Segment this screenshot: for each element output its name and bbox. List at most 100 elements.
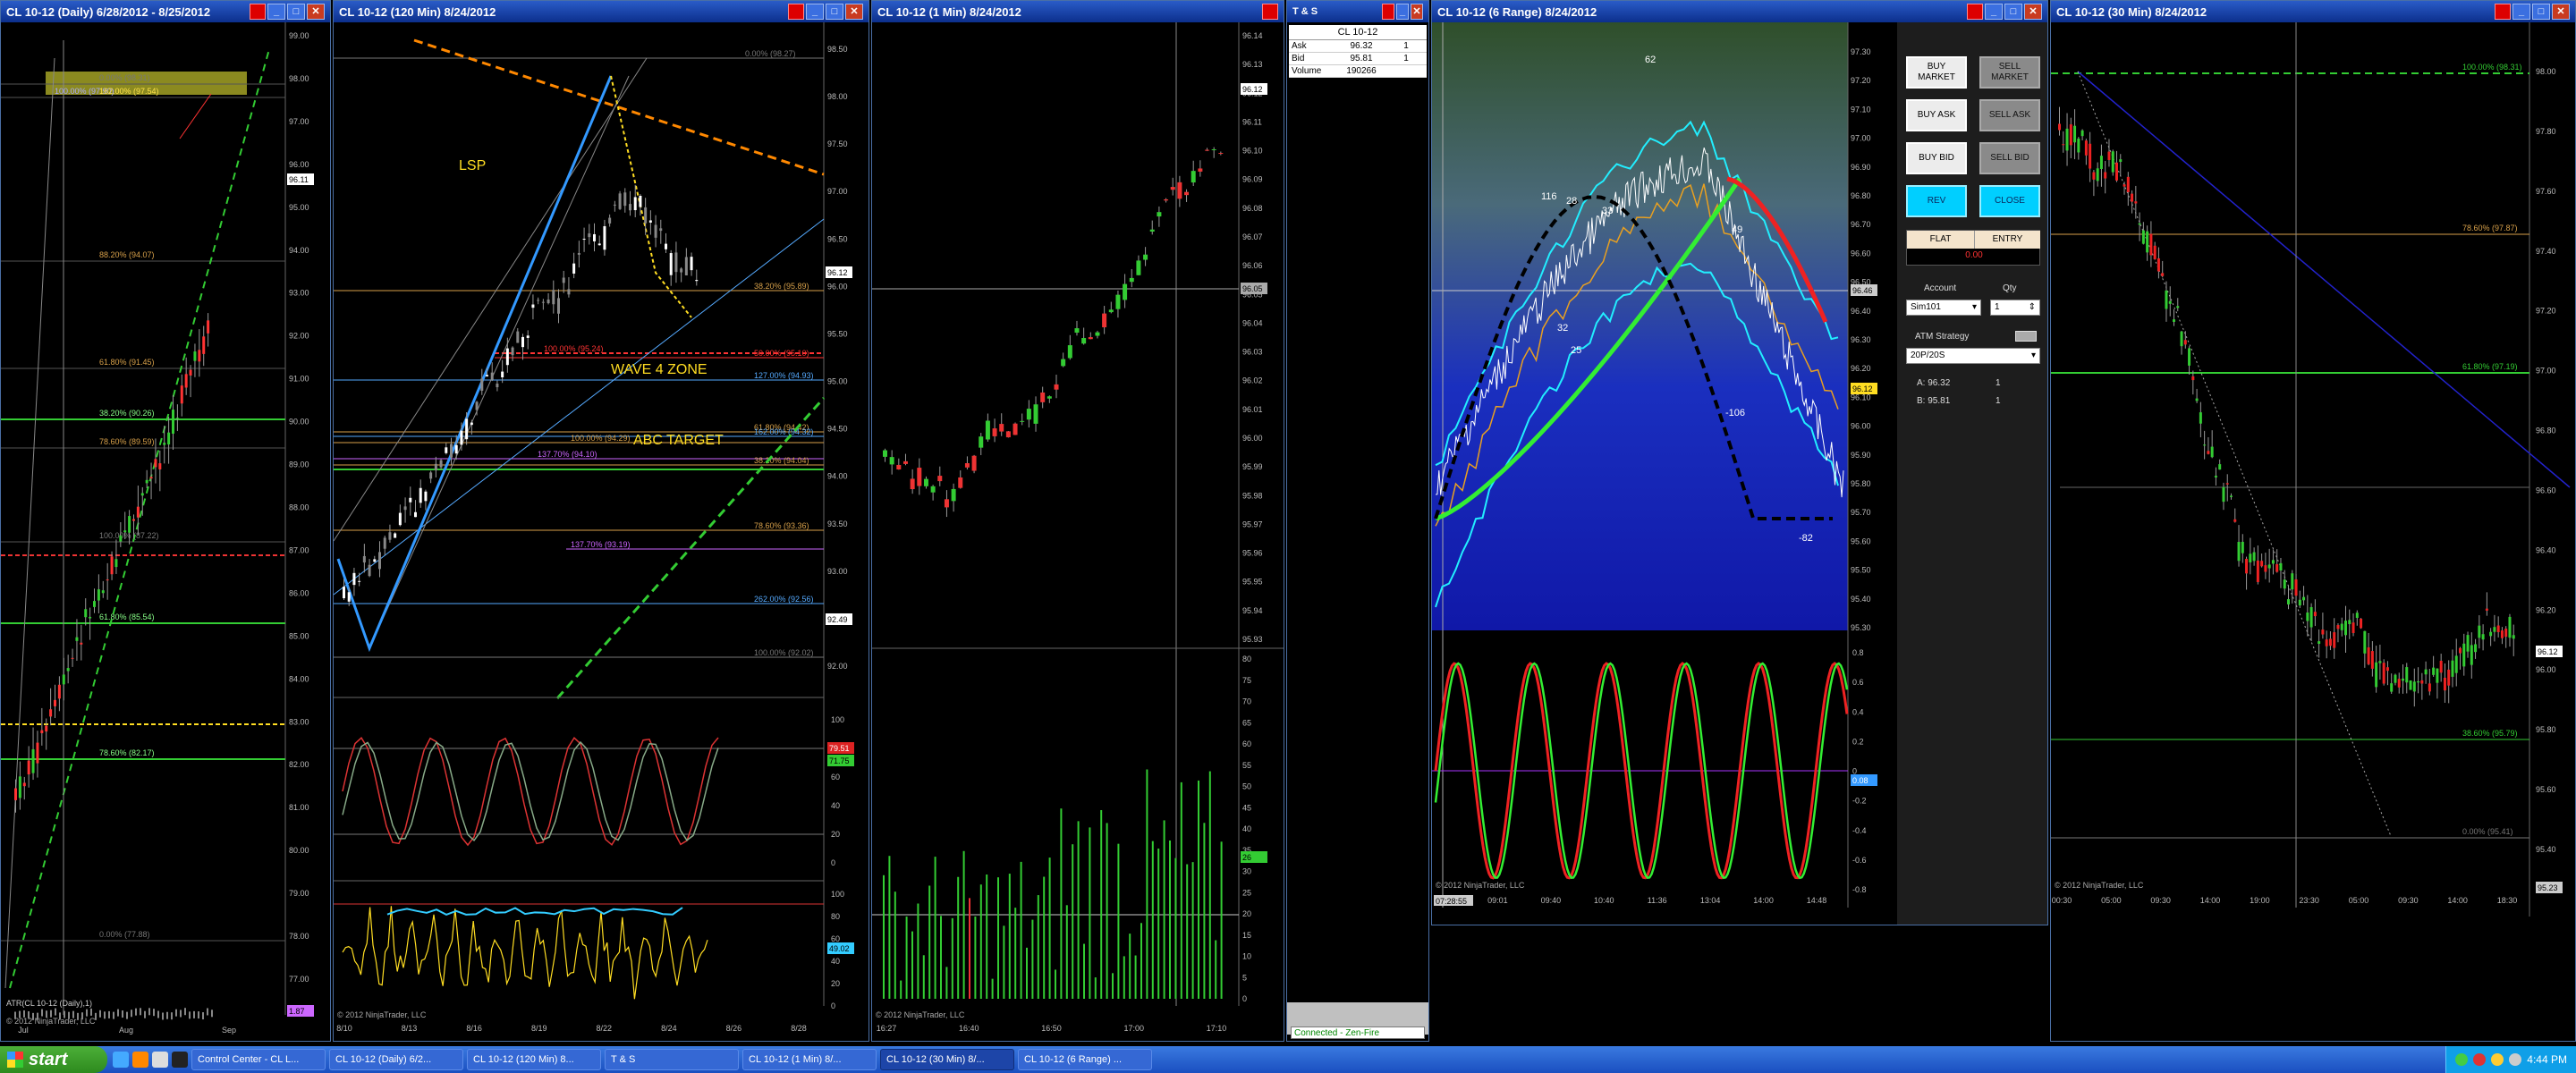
taskbar-task-button[interactable]: Control Center - CL L...: [191, 1049, 326, 1070]
chart-1min-canvas[interactable]: 96.14 96.13 96.12 96.11 96.10 96.09 96.08 96.07…: [872, 22, 1284, 1042]
qty-stepper[interactable]: 1 ⇕: [1990, 300, 2040, 316]
candle: [439, 460, 443, 468]
minimize-button[interactable]: _: [2512, 4, 2530, 20]
record-icon[interactable]: [1262, 4, 1278, 20]
candle: [2496, 625, 2500, 632]
title-bar[interactable]: CL 10-12 (Daily) 6/28/2012 - 8/25/2012 _ □…: [1, 1, 330, 22]
tns-row-label: Ask: [1292, 41, 1307, 51]
title-bar[interactable]: T & S _ ✕: [1287, 1, 1428, 22]
chart-30min-canvas[interactable]: 98.00 97.80 97.60 97.40 97.20 97.00 96.80 96.60…: [2051, 22, 2576, 1042]
atm-strategy-select[interactable]: 20P/20S ▾: [1906, 348, 2040, 364]
close-button[interactable]: ✕: [1411, 4, 1423, 20]
close-button[interactable]: ✕: [2024, 4, 2042, 20]
sell-market-button[interactable]: SELL MARKET: [1979, 56, 2040, 89]
update-icon[interactable]: [2491, 1053, 2504, 1066]
volume-marker-text: 26: [1242, 853, 1251, 862]
daily-chart-canvas[interactable]: 99.00 98.00 97.00 96.00 95.00 94.00 93.00 92.00…: [1, 22, 331, 1042]
maximize-button[interactable]: □: [287, 4, 305, 20]
title-bar[interactable]: CL 10-12 (1 Min) 8/24/2012: [872, 1, 1284, 22]
reverse-button[interactable]: REV: [1906, 185, 1967, 217]
ie-icon[interactable]: [113, 1052, 129, 1068]
chart-30min-window[interactable]: CL 10-12 (30 Min) 8/24/2012 _ □ ✕ 98.00 97.8…: [2050, 0, 2576, 1042]
candle: [2264, 565, 2267, 572]
record-icon[interactable]: [1967, 4, 1983, 20]
fib-label: 100.00% (95.24): [544, 344, 604, 353]
x-tick-label: 16:27: [877, 1024, 897, 1033]
network-icon[interactable]: [2455, 1053, 2469, 1066]
candle: [40, 730, 44, 733]
maximize-button[interactable]: □: [826, 4, 843, 20]
taskbar-task-button[interactable]: CL 10-12 (30 Min) 8/...: [880, 1049, 1014, 1070]
copyright-label: © 2012 NinjaTrader, LLC: [337, 1010, 427, 1019]
x-tick-label: 18:30: [2497, 896, 2518, 905]
close-button[interactable]: ✕: [845, 4, 863, 20]
atm-config-button[interactable]: [2015, 331, 2037, 342]
title-bar[interactable]: CL 10-12 (120 Min) 8/24/2012 _ □ ✕: [334, 1, 869, 22]
maximize-button[interactable]: □: [2004, 4, 2022, 20]
chart-6range-window[interactable]: CL 10-12 (6 Range) 8/24/2012 _ □ ✕ 97.30 97.…: [1431, 0, 2048, 925]
tns-row-value: 96.32: [1350, 41, 1373, 51]
candle: [2191, 376, 2195, 381]
title-bar[interactable]: CL 10-12 (30 Min) 8/24/2012 _ □ ✕: [2051, 1, 2575, 22]
record-icon[interactable]: [788, 4, 804, 20]
close-button[interactable]: ✕: [307, 4, 325, 20]
chart-120min-window[interactable]: CL 10-12 (120 Min) 8/24/2012 _ □ ✕ 98.50 98.…: [333, 0, 869, 1042]
clock[interactable]: 4:44 PM: [2527, 1053, 2567, 1066]
candle: [101, 590, 105, 594]
candle: [588, 233, 591, 238]
buy-ask-button[interactable]: BUY ASK: [1906, 99, 1967, 131]
firefox-icon[interactable]: [132, 1052, 148, 1068]
sell-bid-button[interactable]: SELL BID: [1979, 142, 2040, 174]
candle: [80, 642, 83, 645]
atr-bar: [77, 1012, 79, 1020]
close-button[interactable]: ✕: [2552, 4, 2570, 20]
entry-label: ENTRY: [1974, 231, 2040, 249]
record-icon[interactable]: [2495, 4, 2511, 20]
media-icon[interactable]: [152, 1052, 168, 1068]
fib-label: 78.60% (89.59): [99, 437, 155, 446]
taskbar-task-button[interactable]: CL 10-12 (Daily) 6/2...: [329, 1049, 463, 1070]
volume-icon[interactable]: [2509, 1053, 2522, 1066]
close-position-button[interactable]: CLOSE: [1979, 185, 2040, 217]
account-select[interactable]: Sim101 ▾: [1906, 300, 1981, 316]
candle: [394, 533, 397, 538]
candle: [2180, 331, 2183, 347]
chart-6range-canvas[interactable]: 97.30 97.20 97.10 97.00 96.90 96.80 96.70 96.60…: [1432, 22, 1897, 925]
shield-icon[interactable]: [2473, 1053, 2487, 1066]
record-icon[interactable]: [1382, 4, 1394, 20]
y-tick-label: 95.80: [2536, 725, 2556, 734]
candle: [378, 552, 381, 570]
y-tick-label: 95.00: [827, 377, 848, 386]
maximize-button[interactable]: □: [2532, 4, 2550, 20]
taskbar-task-button[interactable]: CL 10-12 (6 Range) ...: [1018, 1049, 1152, 1070]
buy-market-button[interactable]: BUY MARKET: [1906, 56, 1967, 89]
swing-label: 33: [1602, 206, 1613, 216]
osc-y-tick-label: -0.4: [1852, 826, 1867, 835]
minimize-button[interactable]: _: [1396, 4, 1409, 20]
volume-bar: [1208, 771, 1211, 999]
time-and-sales-window[interactable]: T & S _ ✕ CL 10-12 Ask 96.32 1 Bid 95.81 1 Volum…: [1286, 0, 1429, 1042]
window-title: CL 10-12 (120 Min) 8/24/2012: [339, 4, 496, 19]
taskbar-task-button[interactable]: T & S: [605, 1049, 739, 1070]
fib-label: 61.80% (85.54): [99, 613, 155, 621]
record-icon[interactable]: [250, 4, 266, 20]
buy-bid-button[interactable]: BUY BID: [1906, 142, 1967, 174]
title-bar[interactable]: CL 10-12 (6 Range) 8/24/2012 _ □ ✕: [1432, 1, 2047, 22]
sell-ask-button[interactable]: SELL ASK: [1979, 99, 2040, 131]
atr-marker-text: 1.87: [289, 1007, 305, 1016]
chart-1min-window[interactable]: CL 10-12 (1 Min) 8/24/2012 96.14 96.13 96.…: [871, 0, 1284, 1042]
tns-table: CL 10-12 Ask 96.32 1 Bid 95.81 1 Volume 190266: [1289, 25, 1427, 78]
minimize-button[interactable]: _: [267, 4, 285, 20]
chart-120min-canvas[interactable]: 98.50 98.00 97.50 97.00 96.50 96.00 95.50 95.00…: [334, 22, 869, 1042]
minimize-button[interactable]: _: [1985, 4, 2003, 20]
minimize-button[interactable]: _: [806, 4, 824, 20]
candle: [883, 450, 887, 457]
start-button[interactable]: start: [0, 1046, 107, 1073]
candle: [2099, 156, 2103, 170]
daily-chart-window[interactable]: CL 10-12 (Daily) 6/28/2012 - 8/25/2012 _ □…: [0, 0, 331, 1042]
volume-bar: [888, 856, 891, 999]
taskbar-task-button[interactable]: CL 10-12 (120 Min) 8...: [467, 1049, 601, 1070]
ninja-icon[interactable]: [172, 1052, 188, 1068]
taskbar-task-button[interactable]: CL 10-12 (1 Min) 8/...: [742, 1049, 877, 1070]
candle: [1108, 309, 1114, 313]
